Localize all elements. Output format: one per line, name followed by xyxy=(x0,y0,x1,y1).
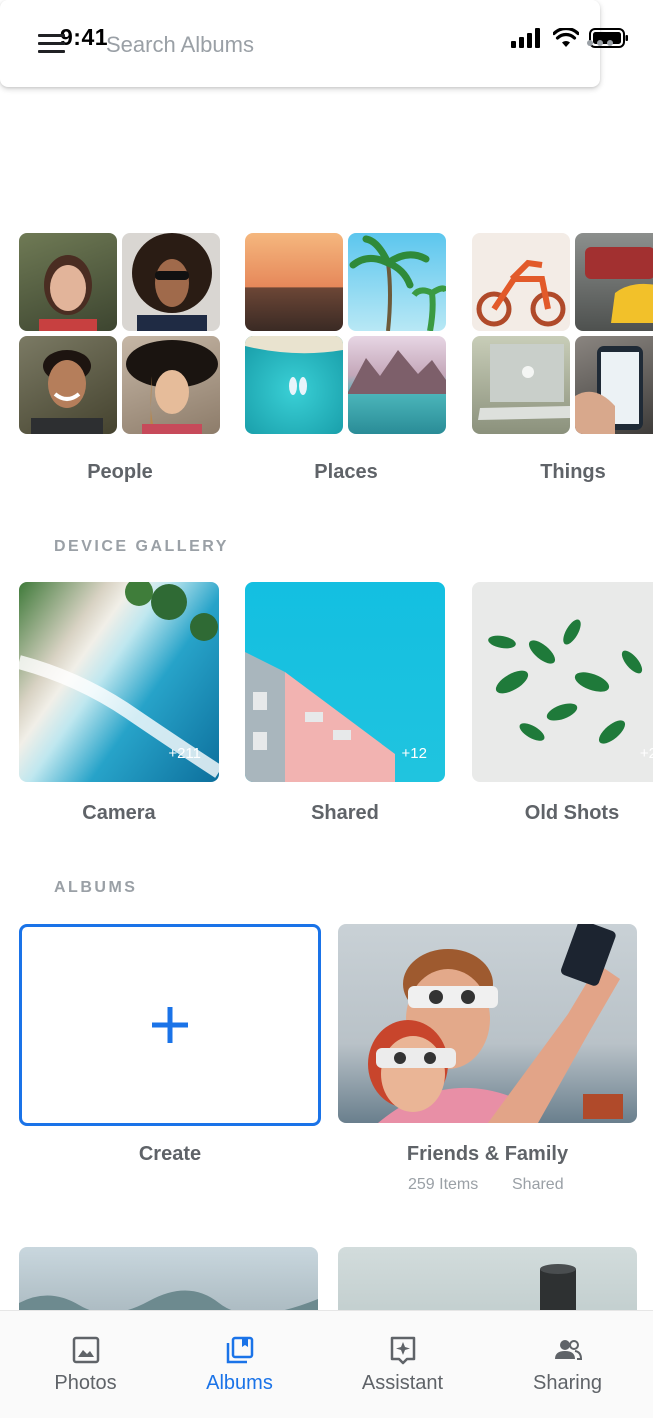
gallery-camera-thumb[interactable]: +211 xyxy=(19,582,219,782)
category-label-things: Things xyxy=(540,461,606,483)
category-people[interactable]: People xyxy=(19,233,221,483)
gallery-count: +2 xyxy=(639,745,653,762)
create-album-button[interactable] xyxy=(19,924,321,1126)
person-thumbnail xyxy=(19,233,117,331)
things-thumbnails xyxy=(472,233,653,434)
place-thumbnail xyxy=(245,336,343,434)
signal-icon xyxy=(511,28,540,48)
place-thumbnail xyxy=(245,233,343,331)
menu-icon[interactable] xyxy=(38,34,65,54)
create-album-label: Create xyxy=(138,1143,202,1165)
album-friends-family-thumb[interactable] xyxy=(338,924,637,1123)
assistant-icon xyxy=(390,1336,415,1365)
person-thumbnail xyxy=(122,336,220,434)
nav-label-photos: Photos xyxy=(54,1372,117,1394)
thing-thumbnail xyxy=(472,336,570,434)
device-gallery-header: DEVICE GALLERY xyxy=(54,538,229,555)
person-thumbnail xyxy=(122,233,220,331)
status-time: 9:41 xyxy=(60,24,109,50)
gallery-count: +211 xyxy=(168,745,201,762)
nav-assistant[interactable]: Assistant xyxy=(321,1311,484,1411)
gallery-shared-thumb[interactable]: +12 xyxy=(245,582,445,782)
category-label-places: Places xyxy=(314,461,378,483)
gallery-old-shots-thumb[interactable]: +2 xyxy=(472,582,653,782)
thing-thumbnail xyxy=(575,336,653,434)
album-thumb-partial[interactable] xyxy=(338,1247,637,1317)
albums-header: ALBUMS xyxy=(54,879,138,896)
people-thumbnails xyxy=(19,233,221,434)
gallery-count: +12 xyxy=(401,745,427,762)
nav-albums[interactable]: Albums xyxy=(158,1311,321,1411)
album-thumb-partial[interactable] xyxy=(19,1247,318,1317)
album-title-friends-family: Friends & Family xyxy=(406,1143,569,1165)
place-thumbnail xyxy=(348,233,446,331)
more-options-icon[interactable] xyxy=(587,40,613,46)
person-thumbnail xyxy=(19,336,117,434)
photo-icon xyxy=(72,1336,99,1364)
albums-icon xyxy=(226,1336,253,1364)
nav-label-assistant: Assistant xyxy=(361,1372,444,1394)
category-places[interactable]: Places xyxy=(245,233,447,483)
gallery-label-camera: Camera xyxy=(82,802,156,824)
thing-thumbnail xyxy=(575,233,653,331)
place-thumbnail xyxy=(348,336,446,434)
search-input[interactable] xyxy=(104,28,508,62)
plus-icon xyxy=(152,1007,188,1043)
album-shared-status: Shared xyxy=(512,1176,564,1193)
category-things[interactable]: Things xyxy=(472,233,653,483)
nav-label-sharing: Sharing xyxy=(533,1372,602,1394)
category-label-people: People xyxy=(87,461,153,483)
thing-thumbnail xyxy=(472,233,570,331)
wifi-icon xyxy=(553,28,579,47)
gallery-label-shared: Shared xyxy=(311,802,379,824)
sharing-icon xyxy=(554,1340,582,1360)
nav-label-albums: Albums xyxy=(206,1372,273,1394)
places-thumbnails xyxy=(245,233,447,434)
nav-sharing[interactable]: Sharing xyxy=(486,1311,649,1411)
album-item-count: 259 Items xyxy=(408,1176,479,1193)
bottom-navigation: Photos Albums Assistant Sharing xyxy=(0,1310,653,1418)
gallery-label-old-shots: Old Shots xyxy=(524,802,620,824)
nav-photos[interactable]: Photos xyxy=(4,1311,167,1411)
